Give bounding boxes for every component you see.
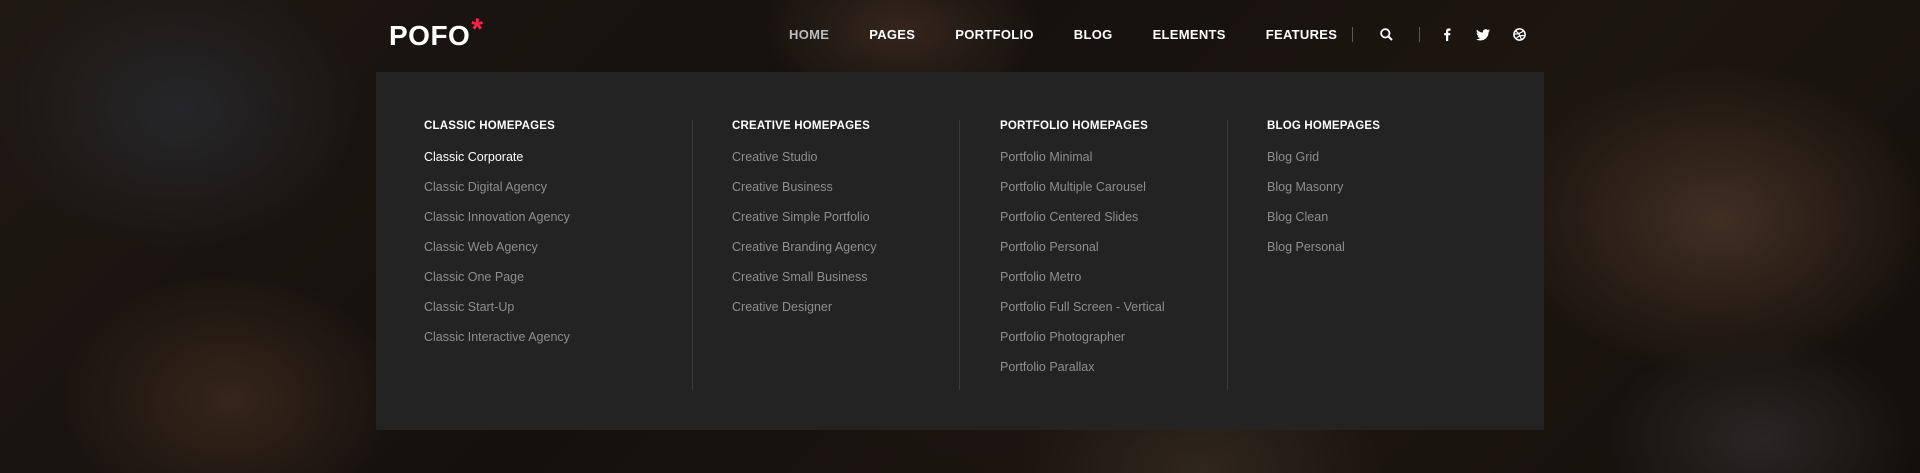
menu-link[interactable]: Classic One Page bbox=[424, 270, 570, 300]
header-tools bbox=[1352, 22, 1532, 47]
brand-name: POFO bbox=[389, 20, 471, 51]
column-title: CLASSIC HOMEPAGES bbox=[424, 120, 555, 132]
menu-column-creative: CREATIVE HOMEPAGES Creative Studio Creat… bbox=[692, 120, 933, 390]
menu-link[interactable]: Creative Branding Agency bbox=[732, 240, 877, 270]
brand-logo[interactable]: POFO * bbox=[389, 13, 484, 52]
tools-divider bbox=[1352, 27, 1353, 42]
menu-link[interactable]: Portfolio Photographer bbox=[1000, 330, 1165, 360]
brand-asterisk: * bbox=[471, 13, 484, 46]
menu-link[interactable]: Portfolio Multiple Carousel bbox=[1000, 180, 1165, 210]
menu-column-classic: CLASSIC HOMEPAGES Classic Corporate Clas… bbox=[424, 120, 684, 390]
nav-item-home[interactable]: HOME bbox=[789, 27, 829, 42]
column-links: Blog Grid Blog Masonry Blog Clean Blog P… bbox=[1267, 150, 1345, 270]
menu-link[interactable]: Classic Interactive Agency bbox=[424, 330, 570, 360]
menu-link[interactable]: Blog Personal bbox=[1267, 240, 1345, 270]
main-nav: HOME PAGES PORTFOLIO BLOG ELEMENTS FEATU… bbox=[789, 27, 1337, 42]
tools-divider bbox=[1419, 27, 1420, 42]
column-title: CREATIVE HOMEPAGES bbox=[732, 120, 870, 132]
menu-link[interactable]: Classic Digital Agency bbox=[424, 180, 570, 210]
twitter-icon[interactable] bbox=[1470, 22, 1496, 47]
menu-link[interactable]: Portfolio Metro bbox=[1000, 270, 1165, 300]
facebook-icon[interactable] bbox=[1434, 22, 1460, 47]
menu-link[interactable]: Classic Web Agency bbox=[424, 240, 570, 270]
menu-link[interactable]: Blog Clean bbox=[1267, 210, 1345, 240]
column-links: Classic Corporate Classic Digital Agency… bbox=[424, 150, 570, 360]
menu-link-classic-corporate[interactable]: Classic Corporate bbox=[424, 150, 570, 180]
menu-link[interactable]: Classic Innovation Agency bbox=[424, 210, 570, 240]
nav-item-features[interactable]: FEATURES bbox=[1266, 27, 1338, 42]
menu-link[interactable]: Blog Grid bbox=[1267, 150, 1345, 180]
menu-column-blog: BLOG HOMEPAGES Blog Grid Blog Masonry Bl… bbox=[1227, 120, 1468, 390]
nav-item-blog[interactable]: BLOG bbox=[1074, 27, 1113, 42]
menu-link[interactable]: Creative Studio bbox=[732, 150, 877, 180]
nav-item-pages[interactable]: PAGES bbox=[869, 27, 915, 42]
menu-link[interactable]: Creative Simple Portfolio bbox=[732, 210, 877, 240]
menu-link[interactable]: Creative Business bbox=[732, 180, 877, 210]
column-title: PORTFOLIO HOMEPAGES bbox=[1000, 120, 1148, 132]
dribbble-icon[interactable] bbox=[1506, 22, 1532, 47]
menu-link[interactable]: Classic Start-Up bbox=[424, 300, 570, 330]
menu-link[interactable]: Creative Small Business bbox=[732, 270, 877, 300]
nav-item-portfolio[interactable]: PORTFOLIO bbox=[955, 27, 1034, 42]
mega-menu-dropdown: CLASSIC HOMEPAGES Classic Corporate Clas… bbox=[376, 72, 1544, 430]
site-header: POFO * HOME PAGES PORTFOLIO BLOG ELEMENTS… bbox=[0, 0, 1920, 70]
menu-link[interactable]: Portfolio Minimal bbox=[1000, 150, 1165, 180]
menu-link[interactable]: Portfolio Personal bbox=[1000, 240, 1165, 270]
search-icon[interactable] bbox=[1373, 22, 1399, 47]
menu-link[interactable]: Portfolio Full Screen - Vertical bbox=[1000, 300, 1165, 330]
column-links: Portfolio Minimal Portfolio Multiple Car… bbox=[1000, 150, 1165, 390]
menu-link[interactable]: Portfolio Parallax bbox=[1000, 360, 1165, 390]
menu-link[interactable]: Blog Masonry bbox=[1267, 180, 1345, 210]
menu-link[interactable]: Portfolio Centered Slides bbox=[1000, 210, 1165, 240]
menu-link[interactable]: Creative Designer bbox=[732, 300, 877, 330]
column-title: BLOG HOMEPAGES bbox=[1267, 120, 1381, 132]
menu-column-portfolio: PORTFOLIO HOMEPAGES Portfolio Minimal Po… bbox=[959, 120, 1200, 390]
nav-item-elements[interactable]: ELEMENTS bbox=[1153, 27, 1226, 42]
column-links: Creative Studio Creative Business Creati… bbox=[732, 150, 877, 330]
